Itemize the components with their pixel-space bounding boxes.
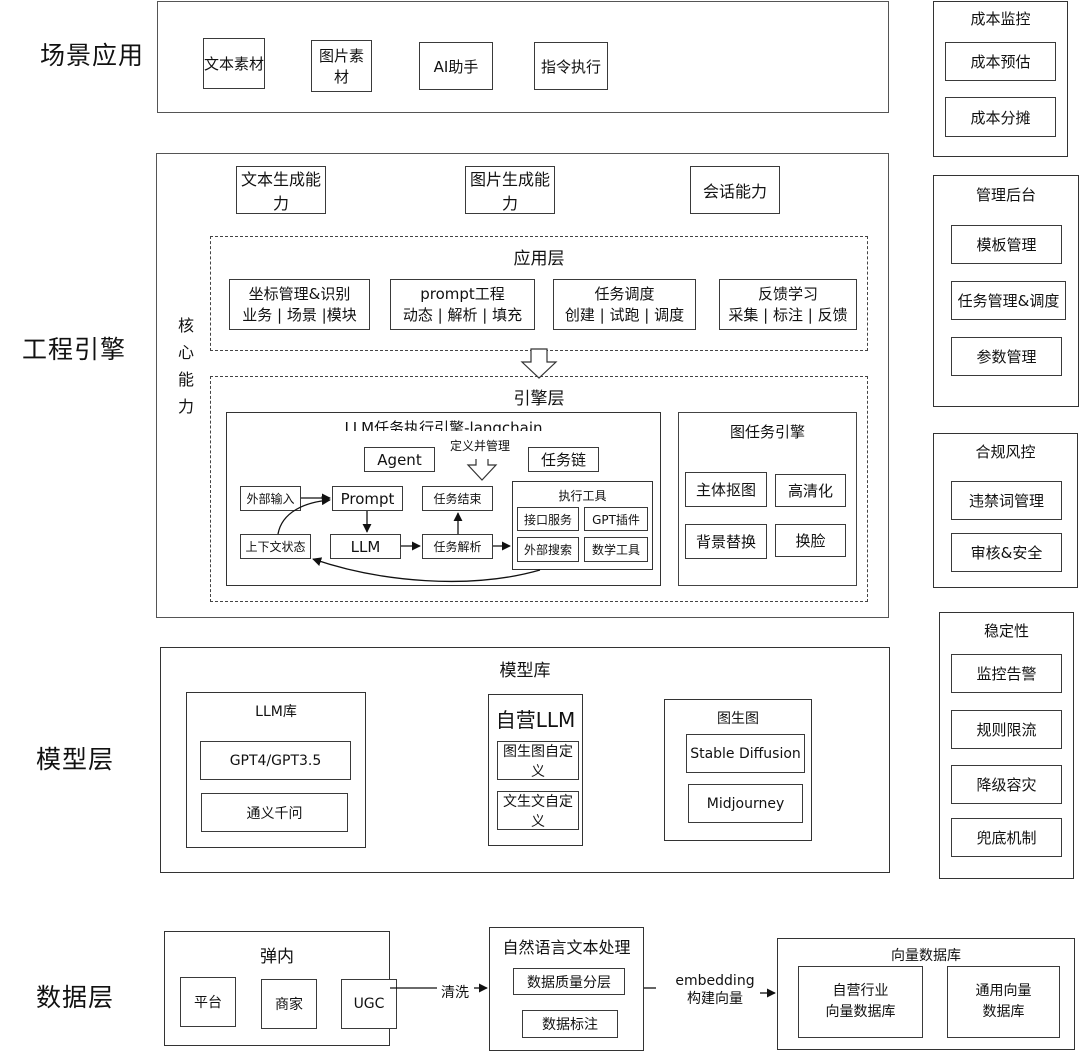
task-chain-box[interactable]: 任务链 bbox=[528, 447, 599, 472]
context-state-box[interactable]: 上下文状态 bbox=[240, 534, 311, 559]
monitor-alert[interactable]: 监控告警 bbox=[951, 654, 1062, 693]
data-quality-tiering[interactable]: 数据质量分层 bbox=[513, 968, 625, 995]
model-midjourney[interactable]: Midjourney bbox=[688, 784, 803, 823]
llm-lib-title: LLM库 bbox=[255, 704, 297, 720]
clean-label: 清洗 bbox=[441, 985, 469, 1001]
model-stable-diffusion[interactable]: Stable Diffusion bbox=[686, 734, 805, 773]
capability-image-gen[interactable]: 图片生成能力 bbox=[465, 166, 555, 214]
tool-math[interactable]: 数学工具 bbox=[584, 537, 648, 562]
vector-db-general[interactable]: 通用向量 数据库 bbox=[947, 966, 1060, 1038]
task-manage-schedule[interactable]: 任务管理&调度 bbox=[951, 281, 1066, 320]
scene-app-image-material[interactable]: 图片素材 bbox=[311, 40, 372, 92]
llm-engine-title: LLM任务执行引擎-langchain bbox=[344, 419, 543, 431]
model-img2img-custom[interactable]: 图生图自定义 bbox=[497, 741, 579, 780]
data-labeling[interactable]: 数据标注 bbox=[522, 1010, 618, 1038]
model-gpt[interactable]: GPT4/GPT3.5 bbox=[200, 741, 351, 780]
tool-api-service[interactable]: 接口服务 bbox=[517, 507, 579, 531]
app-module-prompt[interactable]: prompt工程 动态 | 解析 | 填充 bbox=[390, 279, 535, 330]
embedding-label: embedding 构建向量 bbox=[675, 973, 755, 1007]
image-engine-title: 图任务引擎 bbox=[729, 423, 805, 441]
param-manage[interactable]: 参数管理 bbox=[951, 337, 1062, 376]
model-tongyi[interactable]: 通义千问 bbox=[201, 793, 348, 832]
source-ugc[interactable]: UGC bbox=[341, 979, 397, 1029]
define-manage-label: 定义并管理 bbox=[449, 439, 510, 453]
cost-allocation[interactable]: 成本分摊 bbox=[945, 97, 1056, 137]
img2img-title: 图生图 bbox=[717, 711, 759, 727]
forbidden-words[interactable]: 违禁词管理 bbox=[951, 481, 1062, 520]
source-platform[interactable]: 平台 bbox=[180, 977, 236, 1027]
nlp-title: 自然语言文本处理 bbox=[502, 938, 631, 957]
layer-label-model: 模型层 bbox=[36, 745, 115, 774]
image-task-hd[interactable]: 高清化 bbox=[775, 474, 846, 507]
layer-label-engineering: 工程引擎 bbox=[22, 335, 127, 364]
task-end-box[interactable]: 任务结束 bbox=[422, 486, 493, 511]
vector-db-title: 向量数据库 bbox=[891, 948, 961, 964]
model-library-title: 模型库 bbox=[499, 661, 551, 681]
stability-title: 稳定性 bbox=[983, 622, 1029, 640]
image-task-subject-matting[interactable]: 主体抠图 bbox=[685, 472, 767, 507]
rate-limit[interactable]: 规则限流 bbox=[951, 710, 1062, 749]
scene-app-ai-assistant[interactable]: AI助手 bbox=[419, 42, 493, 90]
cost-estimate[interactable]: 成本预估 bbox=[945, 42, 1056, 81]
scene-apps-panel bbox=[157, 1, 889, 113]
source-merchant[interactable]: 商家 bbox=[261, 979, 317, 1029]
image-task-bg-replace[interactable]: 背景替换 bbox=[685, 524, 767, 559]
core-capability-label: 核心能力 bbox=[177, 316, 194, 416]
audit-security[interactable]: 审核&安全 bbox=[951, 533, 1062, 572]
model-text2text-custom[interactable]: 文生文自定义 bbox=[497, 791, 579, 830]
scene-app-text-material[interactable]: 文本素材 bbox=[203, 38, 265, 89]
external-input-box[interactable]: 外部输入 bbox=[240, 486, 301, 511]
layer-label-data: 数据层 bbox=[36, 983, 115, 1012]
layer-label-scene: 场景应用 bbox=[40, 41, 145, 70]
prompt-box[interactable]: Prompt bbox=[332, 486, 403, 511]
app-module-coordinate[interactable]: 坐标管理&识别 业务 | 场景 |模块 bbox=[229, 279, 370, 330]
app-module-feedback[interactable]: 反馈学习 采集 | 标注 | 反馈 bbox=[719, 279, 857, 330]
agent-box[interactable]: Agent bbox=[364, 447, 435, 472]
template-manage[interactable]: 模板管理 bbox=[951, 225, 1062, 264]
self-llm-title: 自营LLM bbox=[495, 708, 576, 732]
fallback[interactable]: 兜底机制 bbox=[951, 818, 1062, 857]
app-layer-title: 应用层 bbox=[513, 249, 565, 269]
llm-box[interactable]: LLM bbox=[330, 534, 401, 559]
capability-dialogue[interactable]: 会话能力 bbox=[690, 166, 780, 214]
tool-external-search[interactable]: 外部搜索 bbox=[517, 537, 579, 562]
source-title: 弹内 bbox=[260, 947, 294, 967]
app-module-scheduling[interactable]: 任务调度 创建 | 试跑 | 调度 bbox=[553, 279, 696, 330]
degrade-dr[interactable]: 降级容灾 bbox=[951, 765, 1062, 804]
admin-title: 管理后台 bbox=[975, 186, 1036, 204]
engine-layer-title: 引擎层 bbox=[513, 389, 565, 409]
cost-monitor-title: 成本监控 bbox=[970, 10, 1031, 28]
vector-db-industry[interactable]: 自营行业 向量数据库 bbox=[798, 966, 923, 1038]
tool-gpt-plugin[interactable]: GPT插件 bbox=[584, 507, 648, 531]
image-task-face-swap[interactable]: 换脸 bbox=[775, 524, 846, 557]
compliance-title: 合规风控 bbox=[975, 443, 1036, 461]
capability-text-gen[interactable]: 文本生成能力 bbox=[236, 166, 326, 214]
exec-tools-title: 执行工具 bbox=[558, 489, 607, 503]
scene-app-command-exec[interactable]: 指令执行 bbox=[534, 42, 608, 90]
task-parse-box[interactable]: 任务解析 bbox=[422, 534, 493, 559]
